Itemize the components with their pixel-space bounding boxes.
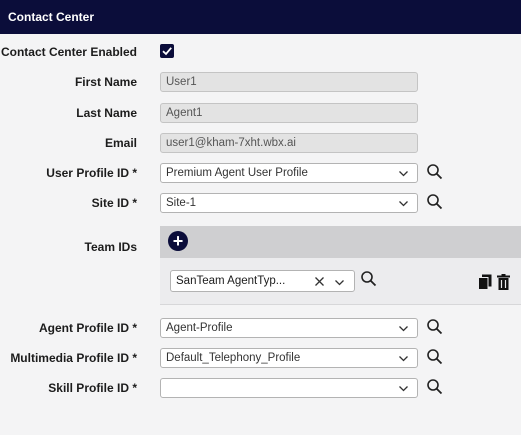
team-ids-toolbar: + xyxy=(160,226,521,258)
agent-profile-label: Agent Profile ID * xyxy=(38,321,137,335)
plus-icon: + xyxy=(172,231,184,251)
chevron-down-icon[interactable] xyxy=(398,353,409,364)
contact-center-enabled-label: Contact Center Enabled xyxy=(0,45,137,59)
email-label: Email xyxy=(104,136,137,150)
check-icon xyxy=(162,47,172,56)
user-profile-value: Premium Agent User Profile xyxy=(166,167,308,179)
search-icon[interactable] xyxy=(360,270,378,288)
first-name-field: User1 xyxy=(160,72,418,92)
chevron-down-icon[interactable] xyxy=(334,277,345,288)
copy-icon[interactable] xyxy=(478,274,492,290)
skill-profile-label: Skill Profile ID * xyxy=(48,381,137,395)
site-label: Site ID * xyxy=(91,196,137,210)
chevron-down-icon[interactable] xyxy=(398,383,409,394)
search-icon[interactable] xyxy=(426,163,444,181)
agent-profile-value: Agent-Profile xyxy=(166,322,233,334)
site-select[interactable]: Site-1 xyxy=(160,193,418,213)
first-name-label: First Name xyxy=(74,75,137,89)
section-title: Contact Center xyxy=(8,10,95,24)
chevron-down-icon[interactable] xyxy=(398,323,409,334)
search-icon[interactable] xyxy=(426,348,444,366)
last-name-field: Agent1 xyxy=(160,103,418,123)
search-icon[interactable] xyxy=(426,193,444,211)
add-team-button[interactable]: + xyxy=(168,231,188,251)
user-profile-label: User Profile ID * xyxy=(46,166,137,180)
multimedia-profile-select[interactable]: Default_Telephony_Profile xyxy=(160,348,418,368)
team-value: SanTeam AgentTyp... xyxy=(176,275,286,287)
trash-icon[interactable] xyxy=(497,274,510,290)
multimedia-profile-label: Multimedia Profile ID * xyxy=(10,351,137,365)
site-value: Site-1 xyxy=(166,197,197,209)
section-header: Contact Center xyxy=(0,0,521,34)
skill-profile-select[interactable] xyxy=(160,378,418,398)
team-ids-label: Team IDs xyxy=(84,240,137,254)
chevron-down-icon[interactable] xyxy=(398,168,409,179)
email-field: user1@kham-7xht.wbx.ai xyxy=(160,133,418,153)
team-select[interactable]: SanTeam AgentTyp... xyxy=(170,270,355,292)
user-profile-select[interactable]: Premium Agent User Profile xyxy=(160,163,418,183)
contact-center-enabled-checkbox[interactable] xyxy=(160,44,174,58)
agent-profile-select[interactable]: Agent-Profile xyxy=(160,318,418,338)
close-icon[interactable] xyxy=(314,276,325,287)
search-icon[interactable] xyxy=(426,378,444,396)
search-icon[interactable] xyxy=(426,318,444,336)
last-name-label: Last Name xyxy=(76,106,137,120)
chevron-down-icon[interactable] xyxy=(398,198,409,209)
team-row: SanTeam AgentTyp... xyxy=(160,258,521,305)
multimedia-profile-value: Default_Telephony_Profile xyxy=(166,352,301,364)
